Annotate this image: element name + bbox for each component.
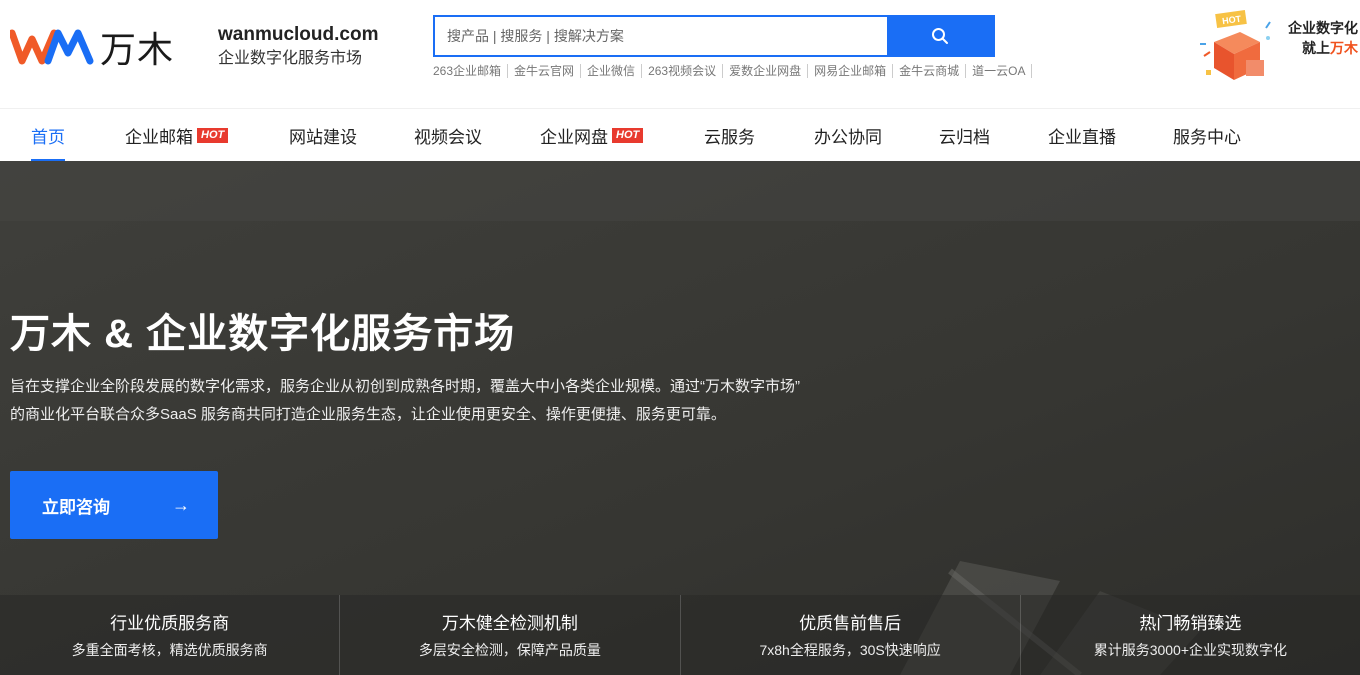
promo-text: 企业数字化 就上万木	[1288, 18, 1358, 58]
hot-link[interactable]: 爱数企业网盘	[729, 64, 809, 78]
promo-line2-accent: 万木	[1330, 40, 1358, 56]
search-input[interactable]	[435, 17, 887, 55]
hot-link[interactable]: 金牛云商城	[899, 64, 967, 78]
hero-description: 旨在支撑企业全阶段发展的数字化需求，服务企业从初创到成熟各时期，覆盖大中小各类企…	[10, 373, 810, 429]
search-button[interactable]	[887, 17, 993, 55]
nav-item-label: 办公协同	[814, 128, 882, 147]
feature-title: 热门畅销臻选	[1139, 614, 1242, 633]
search-icon	[932, 28, 948, 44]
feature-title: 行业优质服务商	[110, 614, 230, 633]
promo-line2: 就上万木	[1288, 38, 1358, 58]
nav-item-label: 企业邮箱	[125, 128, 193, 147]
feature-desc: 7x8h全程服务，30S快速响应	[759, 642, 941, 658]
wm-logo-icon	[10, 29, 94, 65]
feature-desc: 多层安全检测，保障产品质量	[418, 642, 601, 658]
nav-item-enterprise-email[interactable]: 企业邮箱 HOT	[125, 109, 229, 162]
nav-item-website-building[interactable]: 网站建设	[289, 109, 357, 162]
gift-box-icon: HOT	[1200, 9, 1271, 80]
nav-item-live-streaming[interactable]: 企业直播	[1048, 109, 1116, 162]
promo-line1: 企业数字化	[1288, 20, 1358, 36]
hot-link[interactable]: 263视频会议	[648, 64, 724, 78]
nav-item-home[interactable]: 首页	[31, 109, 65, 162]
nav-item-video-conference[interactable]: 视频会议	[414, 109, 482, 162]
hot-link[interactable]: 263企业邮箱	[433, 64, 509, 78]
nav-item-label: 首页	[31, 128, 65, 147]
site-tagline: 企业数字化服务市场	[218, 50, 363, 67]
promo-line2-prefix: 就上	[1302, 40, 1330, 56]
nav-item-label: 云服务	[704, 128, 755, 147]
hot-link[interactable]: 金牛云官网	[514, 64, 582, 78]
feature-item: 万木健全检测机制 多层安全检测，保障产品质量	[340, 595, 681, 675]
arrow-right-icon: →	[172, 495, 190, 515]
hero-desc-line1: 旨在支撑企业全阶段发展的数字化需求，服务企业从初创到成熟各时期，覆盖大中小各类企…	[10, 378, 800, 395]
feature-desc: 累计服务3000+企业实现数字化	[1093, 642, 1288, 658]
nav-item-label: 企业直播	[1048, 128, 1116, 147]
nav-item-label: 云归档	[939, 128, 990, 147]
feature-title: 优质售前售后	[799, 614, 902, 633]
nav-item-label: 网站建设	[289, 128, 357, 147]
header: 万木 wanmucloud.com 企业数字化服务市场 263企业邮箱 金牛云官…	[0, 0, 1360, 108]
nav-item-cloud-service[interactable]: 云服务	[704, 109, 755, 162]
feature-strip: 行业优质服务商 多重全面考核，精选优质服务商 万木健全检测机制 多层安全检测，保…	[0, 595, 1360, 675]
hero-desc-line2: 的商业化平台联合众多SaaS 服务商共同打造企业服务生态，让企业使用更安全、操作…	[10, 406, 726, 423]
hot-link[interactable]: 道一云OA	[972, 64, 1033, 78]
feature-item: 行业优质服务商 多重全面考核，精选优质服务商	[0, 595, 341, 675]
nav-item-enterprise-drive[interactable]: 企业网盘 HOT	[540, 109, 644, 162]
cta-label: 立即咨询	[42, 497, 110, 517]
nav-item-service-center[interactable]: 服务中心	[1173, 109, 1241, 162]
hero-banner: 万木 & 企业数字化服务市场 旨在支撑企业全阶段发展的数字化需求，服务企业从初创…	[0, 161, 1360, 675]
site-logo[interactable]: 万木	[10, 24, 180, 71]
promo-banner[interactable]: HOT 企业数字化 就上万木	[1196, 8, 1360, 90]
hot-badge: HOT	[197, 128, 229, 143]
logo-text: 万木	[100, 30, 175, 71]
consult-now-button[interactable]: 立即咨询 →	[10, 471, 218, 539]
nav-item-cloud-archive[interactable]: 云归档	[939, 109, 990, 162]
main-nav: 首页 企业邮箱 HOT 网站建设 视频会议 企业网盘 HOT 云服务 办公协同 …	[0, 108, 1360, 162]
site-info: wanmucloud.com 企业数字化服务市场	[218, 22, 378, 70]
hero-title: 万木 & 企业数字化服务市场	[10, 312, 516, 356]
nav-item-office-collab[interactable]: 办公协同	[814, 109, 882, 162]
hot-link[interactable]: 网易企业邮箱	[814, 64, 894, 78]
feature-item: 优质售前售后 7x8h全程服务，30S快速响应	[681, 595, 1021, 675]
feature-item: 热门畅销臻选 累计服务3000+企业实现数字化	[1021, 595, 1360, 675]
hot-badge: HOT	[612, 128, 644, 143]
nav-item-label: 企业网盘	[540, 128, 608, 147]
nav-item-label: 服务中心	[1173, 128, 1241, 147]
site-domain: wanmucloud.com	[218, 24, 379, 45]
hot-search-links: 263企业邮箱 金牛云官网 企业微信 263视频会议 爱数企业网盘 网易企业邮箱…	[433, 64, 1038, 78]
search-bar	[433, 15, 995, 57]
feature-desc: 多重全面考核，精选优质服务商	[71, 642, 268, 658]
feature-title: 万木健全检测机制	[441, 614, 578, 633]
hot-link[interactable]: 企业微信	[587, 64, 643, 78]
nav-item-label: 视频会议	[414, 128, 482, 147]
